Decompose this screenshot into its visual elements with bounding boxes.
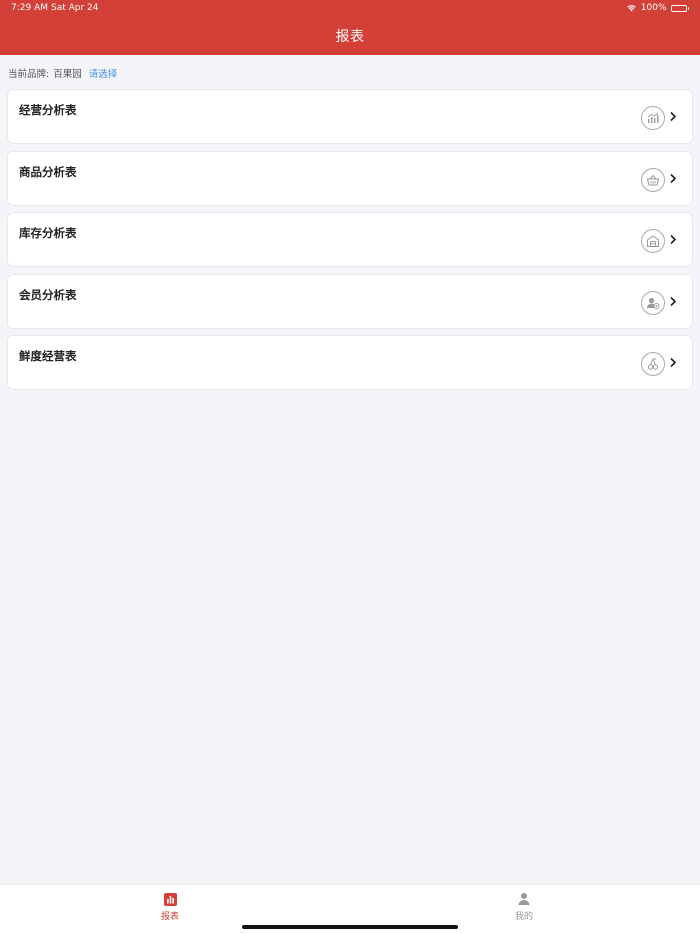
tab-mine[interactable]: 我的 bbox=[494, 891, 554, 922]
app-header: 7:29 AM Sat Apr 24 100% 报表 bbox=[0, 0, 700, 55]
member-icon bbox=[641, 290, 665, 315]
card-title: 经营分析表 bbox=[19, 103, 77, 117]
select-brand-link[interactable]: 请选择 bbox=[89, 66, 118, 80]
tab-label: 报表 bbox=[160, 912, 179, 922]
home-indicator[interactable] bbox=[242, 925, 458, 929]
card-title: 库存分析表 bbox=[19, 226, 77, 240]
status-time: 7:29 AM bbox=[11, 3, 48, 13]
brand-line: 当前品牌: 百果园 请选择 bbox=[8, 66, 117, 80]
person-icon bbox=[518, 893, 530, 905]
brand-label: 当前品牌: bbox=[8, 69, 50, 80]
bar-chart-icon bbox=[641, 106, 665, 130]
report-card-goods[interactable]: 商品分析表 bbox=[7, 150, 693, 206]
basket-icon bbox=[641, 167, 665, 192]
chevron-right-icon bbox=[670, 296, 677, 306]
report-card-inventory[interactable]: 库存分析表 bbox=[7, 212, 693, 267]
cherry-icon bbox=[641, 352, 665, 376]
tab-label: 我的 bbox=[514, 912, 533, 922]
tab-reports[interactable]: 报表 bbox=[140, 891, 200, 922]
card-title: 会员分析表 bbox=[19, 287, 77, 302]
status-bar: 7:29 AM Sat Apr 24 100% bbox=[0, 0, 700, 18]
status-date: Sat Apr 24 bbox=[51, 3, 99, 13]
wifi-icon bbox=[627, 5, 636, 12]
chart-icon bbox=[163, 892, 177, 906]
battery-percent: 100% bbox=[640, 3, 667, 13]
tab-bar: 报表 我的 bbox=[0, 884, 700, 934]
chevron-right-icon bbox=[670, 357, 677, 368]
status-indicators: 100% bbox=[626, 3, 689, 13]
report-card-freshness[interactable]: 鲜度经营表 bbox=[7, 335, 693, 390]
page-title: 报表 bbox=[335, 29, 365, 45]
chevron-right-icon bbox=[670, 173, 677, 183]
chevron-right-icon bbox=[670, 234, 677, 245]
chevron-right-icon bbox=[670, 111, 677, 122]
report-card-member[interactable]: 会员分析表 bbox=[7, 273, 693, 329]
card-title: 商品分析表 bbox=[19, 164, 77, 179]
card-title: 鲜度经营表 bbox=[19, 349, 77, 363]
brand-value: 百果园 bbox=[53, 69, 82, 80]
report-card-business[interactable]: 经营分析表 bbox=[7, 89, 693, 144]
battery-icon bbox=[670, 4, 689, 12]
report-list: 经营分析表 商品分析表 库存分析表 会员分析表 鲜度经营表 bbox=[7, 89, 693, 397]
reports-page: 7:29 AM Sat Apr 24 100% 报表 当前品牌: 百果园 请选择 bbox=[0, 0, 700, 934]
warehouse-icon bbox=[641, 229, 665, 253]
